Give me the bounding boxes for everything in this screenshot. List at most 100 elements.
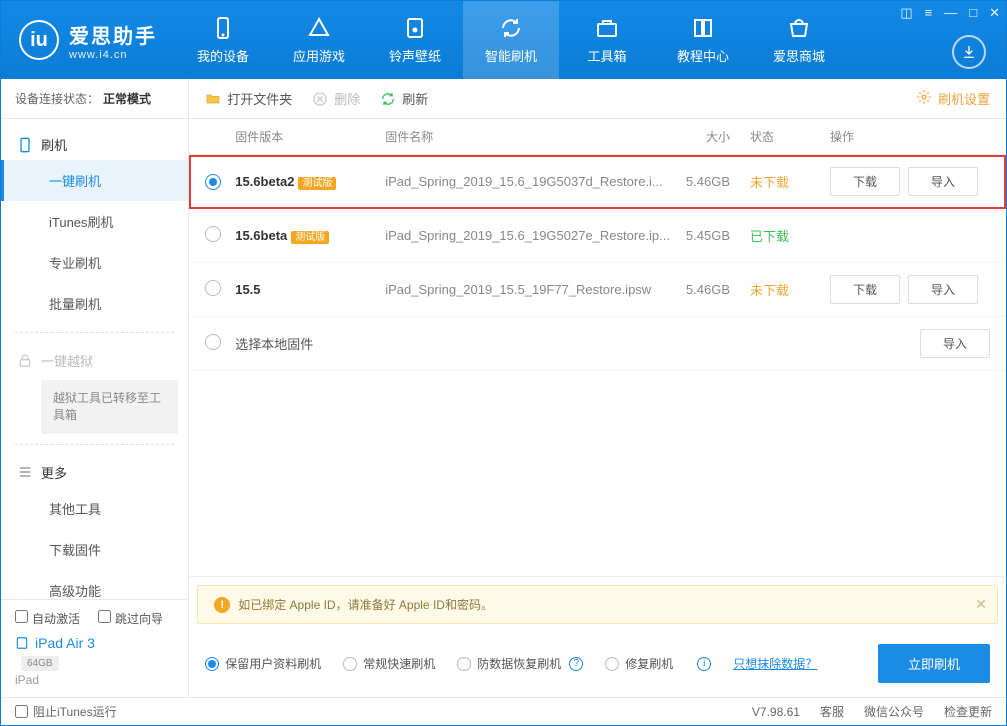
local-fw-label: 选择本地固件: [235, 334, 830, 353]
fw-name: iPad_Spring_2019_15.5_19F77_Restore.ipsw: [385, 282, 670, 297]
import-button[interactable]: 导入: [908, 167, 978, 196]
music-icon: [403, 16, 427, 40]
version-label: V7.98.61: [752, 705, 800, 719]
storage-badge: 64GB: [21, 656, 59, 671]
fw-name: iPad_Spring_2019_15.6_19G5037d_Restore.i…: [385, 174, 670, 189]
lock-icon: [17, 353, 33, 369]
sidebar-group-flash[interactable]: 刷机: [1, 125, 188, 160]
sidebar-item-advanced[interactable]: 高级功能: [1, 570, 188, 599]
check-update-link[interactable]: 检查更新: [944, 703, 992, 720]
col-version: 固件版本: [235, 128, 385, 145]
main-content: 打开文件夹 删除 刷新 刷机设置 固件版本 固件名称 大小 状态 操作: [189, 79, 1006, 697]
delete-icon: [312, 91, 328, 107]
folder-icon: [205, 91, 221, 107]
firmware-row: 15.6beta测试版 iPad_Spring_2019_15.6_19G502…: [189, 209, 1006, 263]
auto-activate-checkbox[interactable]: 自动激活: [15, 610, 80, 627]
table-header: 固件版本 固件名称 大小 状态 操作: [189, 119, 1006, 155]
wechat-link[interactable]: 微信公众号: [864, 703, 924, 720]
open-folder-button[interactable]: 打开文件夹: [205, 89, 292, 108]
import-button[interactable]: 导入: [920, 329, 990, 358]
jailbreak-note: 越狱工具已转移至工具箱: [41, 380, 178, 434]
divider: [15, 444, 174, 445]
firmware-row: 15.6beta2测试版 iPad_Spring_2019_15.6_19G50…: [189, 155, 1006, 209]
close-icon[interactable]: ✕: [975, 596, 987, 613]
nav-tutorial[interactable]: 教程中心: [655, 1, 751, 79]
sidebar-item-pro[interactable]: 专业刷机: [1, 242, 188, 283]
sidebar: 设备连接状态： 正常模式 刷机 一键刷机 iTunes刷机 专业刷机 批量刷机 …: [1, 79, 189, 697]
sidebar-item-other-tools[interactable]: 其他工具: [1, 488, 188, 529]
nav-store[interactable]: 爱思商城: [751, 1, 847, 79]
flash-settings-button[interactable]: 刷机设置: [916, 89, 990, 108]
sidebar-item-batch[interactable]: 批量刷机: [1, 283, 188, 324]
delete-button: 删除: [312, 89, 360, 108]
fw-status: 未下载: [750, 280, 830, 299]
warning-text: 如已绑定 Apple ID，请准备好 Apple ID和密码。: [238, 596, 493, 613]
win-max-icon[interactable]: □: [969, 5, 977, 21]
sidebar-group-more[interactable]: 更多: [1, 453, 188, 488]
flash-now-button[interactable]: 立即刷机: [878, 644, 990, 683]
warning-icon: !: [214, 597, 230, 613]
app-name: 爱思助手: [69, 20, 157, 49]
radio-select[interactable]: [205, 280, 221, 296]
import-button[interactable]: 导入: [908, 275, 978, 304]
nav-toolbox[interactable]: 工具箱: [559, 1, 655, 79]
fw-status: 未下载: [750, 172, 830, 191]
book-icon: [691, 16, 715, 40]
download-icon: [961, 44, 977, 60]
info-icon[interactable]: ?: [569, 657, 583, 671]
header: iu 爱思助手 www.i4.cn 我的设备 应用游戏 铃声壁纸 智能刷机 工具…: [1, 1, 1006, 79]
skip-guide-checkbox[interactable]: 跳过向导: [98, 610, 163, 627]
device-panel: 自动激活 跳过向导 iPad Air 3 64GB iPad: [1, 599, 188, 697]
flash-options: 保留用户资料刷机 常规快速刷机 防数据恢复刷机? 修复刷机 i 只想抹除数据？ …: [189, 632, 1006, 697]
download-manager-button[interactable]: [952, 35, 986, 69]
top-nav: 我的设备 应用游戏 铃声壁纸 智能刷机 工具箱 教程中心 爱思商城: [175, 1, 847, 79]
nav-apps[interactable]: 应用游戏: [271, 1, 367, 79]
device-type: iPad: [15, 673, 174, 687]
opt-anti-loss[interactable]: 防数据恢复刷机?: [457, 655, 583, 672]
refresh-icon: [380, 91, 396, 107]
nav-flash[interactable]: 智能刷机: [463, 1, 559, 79]
window-controls: ◫ ≡ ― □ ✕: [900, 5, 1000, 21]
block-itunes-checkbox[interactable]: 阻止iTunes运行: [15, 703, 117, 720]
sidebar-item-onekey[interactable]: 一键刷机: [1, 160, 188, 201]
sidebar-item-download-fw[interactable]: 下载固件: [1, 529, 188, 570]
toolbar: 打开文件夹 删除 刷新 刷机设置: [189, 79, 1006, 119]
fw-size: 5.45GB: [670, 228, 750, 243]
refresh-icon: [499, 16, 523, 40]
fw-size: 5.46GB: [670, 174, 750, 189]
refresh-button[interactable]: 刷新: [380, 89, 428, 108]
erase-link[interactable]: 只想抹除数据？: [733, 655, 817, 672]
win-menu-icon[interactable]: ≡: [925, 5, 933, 21]
store-icon: [787, 16, 811, 40]
warning-bar: ! 如已绑定 Apple ID，请准备好 Apple ID和密码。 ✕: [197, 585, 998, 624]
opt-fast[interactable]: 常规快速刷机: [343, 655, 435, 672]
col-ops: 操作: [830, 128, 990, 145]
download-button[interactable]: 下载: [830, 167, 900, 196]
radio-local[interactable]: [205, 334, 221, 350]
device-name[interactable]: iPad Air 3: [15, 635, 174, 651]
radio-select[interactable]: [205, 226, 221, 242]
support-link[interactable]: 客服: [820, 703, 844, 720]
phone-icon: [17, 137, 33, 153]
menu-icon: [17, 464, 33, 480]
nav-my-device[interactable]: 我的设备: [175, 1, 271, 79]
fw-name: iPad_Spring_2019_15.6_19G5027e_Restore.i…: [385, 228, 670, 243]
download-button[interactable]: 下载: [830, 275, 900, 304]
fw-version: 15.5: [235, 282, 385, 297]
info-icon[interactable]: i: [697, 657, 711, 671]
toolbox-icon: [595, 16, 619, 40]
nav-ringtone[interactable]: 铃声壁纸: [367, 1, 463, 79]
radio-select[interactable]: [205, 174, 221, 190]
win-min-icon[interactable]: ―: [944, 5, 957, 21]
local-firmware-row: 选择本地固件 导入: [189, 317, 1006, 371]
opt-keep-data[interactable]: 保留用户资料刷机: [205, 655, 321, 672]
col-name: 固件名称: [385, 128, 670, 145]
sidebar-item-itunes[interactable]: iTunes刷机: [1, 201, 188, 242]
logo-icon: iu: [19, 20, 59, 60]
connection-status: 设备连接状态： 正常模式: [1, 79, 188, 119]
app-domain: www.i4.cn: [69, 49, 157, 61]
opt-repair[interactable]: 修复刷机: [605, 655, 673, 672]
win-close-icon[interactable]: ✕: [989, 5, 1000, 21]
win-skin-icon[interactable]: ◫: [900, 5, 912, 21]
device-icon: [211, 16, 235, 40]
